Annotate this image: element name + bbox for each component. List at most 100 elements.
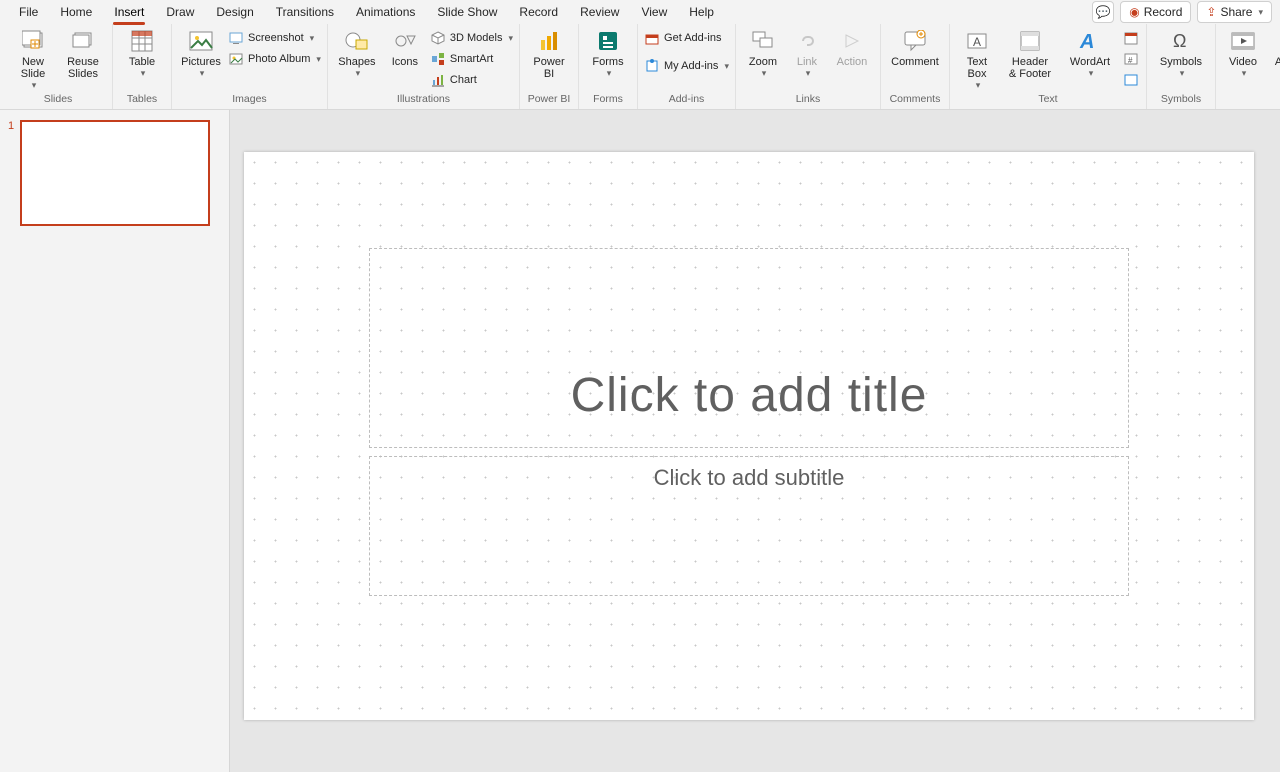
slide-thumbnail-1[interactable] xyxy=(20,120,210,226)
group-slides-label: Slides xyxy=(44,92,73,106)
header-footer-button[interactable]: Header& Footer xyxy=(1002,26,1058,80)
comment-icon xyxy=(902,28,928,54)
title-placeholder-text: Click to add title xyxy=(370,368,1128,423)
addin-icon xyxy=(644,58,660,74)
my-addins-label: My Add-ins xyxy=(664,60,718,72)
3d-models-button[interactable]: 3D Models ▾ xyxy=(430,28,513,48)
group-media: Video ▾ Audio ▾ + ScreenRecording Media xyxy=(1216,24,1280,109)
link-button[interactable]: Link ▾ xyxy=(788,26,826,79)
new-slide-button[interactable]: NewSlide ▾ xyxy=(10,26,56,91)
tab-help[interactable]: Help xyxy=(678,2,725,23)
pictures-button[interactable]: Pictures ▾ xyxy=(178,26,224,79)
smartart-button[interactable]: SmartArt xyxy=(430,49,513,69)
text-box-icon: A xyxy=(964,28,990,54)
title-placeholder[interactable]: Click to add title xyxy=(369,248,1129,448)
group-links-label: Links xyxy=(796,92,821,106)
powerbi-button[interactable]: PowerBI xyxy=(526,26,572,80)
powerbi-label: PowerBI xyxy=(533,56,564,80)
zoom-button[interactable]: Zoom ▾ xyxy=(742,26,784,79)
screenshot-label: Screenshot xyxy=(248,32,304,44)
shapes-icon xyxy=(344,28,370,54)
group-forms-label: Forms xyxy=(593,92,623,106)
record-dot-icon: ◉ xyxy=(1129,5,1139,19)
tab-draw[interactable]: Draw xyxy=(155,2,205,23)
share-icon: ⇪ xyxy=(1206,5,1216,19)
tab-animations[interactable]: Animations xyxy=(345,2,426,23)
my-addins-button[interactable]: My Add-ins ▾ xyxy=(644,56,729,76)
chevron-down-icon: ▾ xyxy=(806,68,811,79)
shapes-label: Shapes xyxy=(338,56,375,68)
chevron-down-icon: ▾ xyxy=(356,68,361,79)
tab-file[interactable]: File xyxy=(8,2,49,23)
slide-editor[interactable]: Click to add title Click to add subtitle xyxy=(230,110,1280,772)
text-box-button[interactable]: A TextBox ▾ xyxy=(956,26,998,91)
group-slides: NewSlide ▾ ReuseSlides Slides xyxy=(4,24,113,109)
audio-button[interactable]: Audio ▾ xyxy=(1268,26,1280,79)
reuse-slides-button[interactable]: ReuseSlides xyxy=(60,26,106,80)
shapes-button[interactable]: Shapes ▾ xyxy=(334,26,380,79)
tab-design[interactable]: Design xyxy=(205,2,264,23)
action-icon xyxy=(839,28,865,54)
subtitle-placeholder[interactable]: Click to add subtitle xyxy=(369,456,1129,596)
tab-slide-show[interactable]: Slide Show xyxy=(426,2,508,23)
photo-album-button[interactable]: Photo Album ▾ xyxy=(228,49,321,69)
group-illustrations-label: Illustrations xyxy=(397,92,450,106)
forms-button[interactable]: Forms ▾ xyxy=(585,26,631,79)
icons-label: Icons xyxy=(392,56,418,68)
symbols-button[interactable]: Ω Symbols ▾ xyxy=(1153,26,1209,79)
chevron-down-icon: ▾ xyxy=(1258,7,1263,18)
symbols-icon: Ω xyxy=(1168,28,1194,54)
photo-album-label: Photo Album xyxy=(248,53,310,65)
zoom-icon xyxy=(750,28,776,54)
chevron-down-icon: ▾ xyxy=(762,68,767,79)
share-button[interactable]: ⇪ Share ▾ xyxy=(1197,1,1272,23)
slide-thumbnail-pane[interactable]: 1 xyxy=(0,110,230,772)
object-button[interactable] xyxy=(1123,70,1139,90)
chevron-down-icon: ▾ xyxy=(310,33,315,44)
menu-tabs: File Home Insert Draw Design Transitions… xyxy=(0,0,1280,24)
chevron-down-icon: ▾ xyxy=(141,68,146,79)
tab-transitions[interactable]: Transitions xyxy=(265,2,345,23)
slide-number-icon: # xyxy=(1123,51,1139,67)
wordart-button[interactable]: A WordArt ▾ xyxy=(1062,26,1118,79)
tab-view[interactable]: View xyxy=(630,2,678,23)
slide-thumb-row: 1 xyxy=(0,120,229,226)
group-comments-label: Comments xyxy=(890,92,941,106)
comments-pane-button[interactable]: 💬 xyxy=(1092,1,1114,23)
tab-home[interactable]: Home xyxy=(49,2,103,23)
group-forms: Forms ▾ Forms xyxy=(579,24,638,109)
slide-thumb-number: 1 xyxy=(8,120,20,132)
tab-review[interactable]: Review xyxy=(569,2,630,23)
tab-insert[interactable]: Insert xyxy=(103,2,155,23)
slide-number-button[interactable]: # xyxy=(1123,49,1139,69)
new-slide-label: NewSlide xyxy=(21,56,45,80)
action-label: Action xyxy=(837,56,868,68)
get-addins-button[interactable]: Get Add-ins xyxy=(644,28,729,48)
powerbi-icon xyxy=(536,28,562,54)
chart-button[interactable]: Chart xyxy=(430,70,513,90)
record-button[interactable]: ◉ Record xyxy=(1120,1,1191,23)
comment-button[interactable]: Comment xyxy=(887,26,943,68)
table-icon xyxy=(129,28,155,54)
icons-button[interactable]: Icons xyxy=(384,26,426,68)
date-time-button[interactable] xyxy=(1123,28,1139,48)
chevron-down-icon: ▾ xyxy=(508,33,513,44)
date-time-icon xyxy=(1123,30,1139,46)
tab-record[interactable]: Record xyxy=(508,2,569,23)
workspace: 1 Click to add title Click to add subtit… xyxy=(0,110,1280,772)
reuse-slides-label: ReuseSlides xyxy=(67,56,99,80)
ribbon: NewSlide ▾ ReuseSlides Slides Table ▾ Ta… xyxy=(0,24,1280,110)
group-images: Pictures ▾ Screenshot ▾ Photo Album ▾ xyxy=(172,24,328,109)
group-tables: Table ▾ Tables xyxy=(113,24,172,109)
text-box-label: TextBox xyxy=(967,56,987,80)
slide-canvas[interactable]: Click to add title Click to add subtitle xyxy=(244,152,1254,720)
table-button[interactable]: Table ▾ xyxy=(119,26,165,79)
screenshot-button[interactable]: Screenshot ▾ xyxy=(228,28,321,48)
subtitle-placeholder-text: Click to add subtitle xyxy=(370,465,1128,491)
header-footer-label: Header& Footer xyxy=(1009,56,1051,80)
video-button[interactable]: Video ▾ xyxy=(1222,26,1264,79)
link-label: Link xyxy=(797,56,817,68)
3d-models-icon xyxy=(430,30,446,46)
new-slide-icon xyxy=(20,28,46,54)
action-button[interactable]: Action xyxy=(830,26,874,68)
